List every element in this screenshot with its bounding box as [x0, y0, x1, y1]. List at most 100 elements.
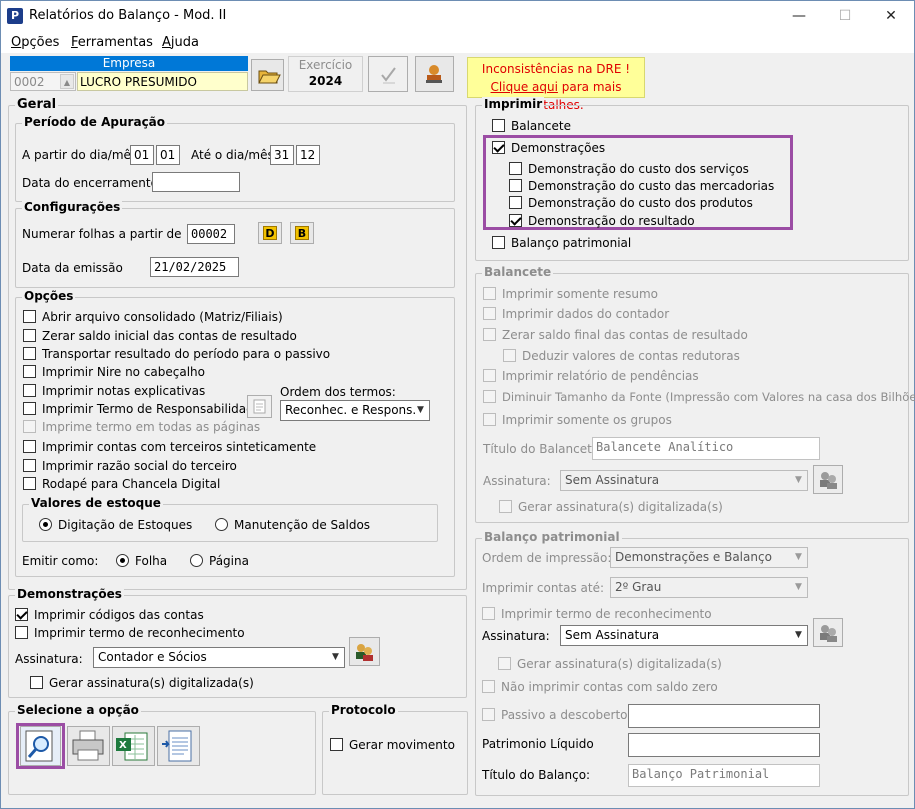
bp-passivo-field[interactable] [628, 704, 820, 728]
balancete-title: Balancete [482, 265, 554, 279]
bal-assinatura-select[interactable]: Sem Assinatura ▼ [560, 470, 808, 491]
ordem-termos-select[interactable]: Reconhec. e Respons. ▼ [280, 400, 430, 421]
bal-resumo-checkbox[interactable] [483, 287, 496, 300]
bal-pendencias-checkbox[interactable] [483, 369, 496, 382]
opt-razao-label: Imprimir razão social do terceiro [42, 459, 237, 473]
emitir-folha-radio[interactable] [116, 554, 129, 567]
closing-date-field[interactable] [152, 172, 240, 192]
bal-deduzir-checkbox[interactable] [503, 349, 516, 362]
bal-contador-checkbox[interactable] [483, 307, 496, 320]
emitir-pagina-radio[interactable] [190, 554, 203, 567]
bp-contas-select[interactable]: 2º Grau ▼ [610, 577, 808, 598]
emission-date-field[interactable]: 21/02/2025 [150, 257, 239, 277]
opt-notas-checkbox[interactable] [23, 384, 36, 397]
bal-deduzir-label: Deduzir valores de contas redutoras [522, 349, 740, 363]
protocolo-group: Protocolo [322, 703, 468, 795]
close-button[interactable]: ✕ [868, 1, 914, 31]
assinatura-select[interactable]: Contador e Sócios ▼ [93, 647, 345, 668]
chevron-down-icon: ▼ [417, 405, 424, 415]
custo-produtos-checkbox[interactable] [509, 196, 522, 209]
export-doc-button[interactable] [157, 726, 200, 766]
bal-titulo-field[interactable]: Balancete Analítico [592, 437, 820, 460]
custo-servicos-checkbox[interactable] [509, 162, 522, 175]
d-button[interactable]: D [258, 222, 282, 244]
opt-rodape-checkbox[interactable] [23, 477, 36, 490]
menu-opcoes[interactable]: Opções [11, 35, 59, 50]
exercicio-year[interactable]: 2024 [289, 74, 362, 88]
bp-pl-field[interactable] [628, 733, 820, 757]
emitir-folha-label: Folha [135, 554, 168, 568]
bp-ordem-select[interactable]: Demonstrações e Balanço ▼ [610, 547, 808, 568]
bp-assinatura-select[interactable]: Sem Assinatura ▼ [560, 625, 808, 646]
termo-edit-button[interactable] [247, 395, 272, 418]
demonstracao-resultado-checkbox[interactable] [509, 214, 522, 227]
bp-gerar-checkbox[interactable] [498, 657, 511, 670]
estoque-manutencao-radio[interactable] [215, 518, 228, 531]
opt-termo-todas-checkbox[interactable] [23, 420, 36, 433]
open-folder-button[interactable] [251, 59, 284, 91]
opt-consolidado-checkbox[interactable] [23, 310, 36, 323]
imprimir-balanco-checkbox[interactable] [492, 236, 505, 249]
bal-gerar-checkbox[interactable] [499, 500, 512, 513]
opt-rodape-label: Rodapé para Chancela Digital [42, 477, 221, 491]
bp-titulo-field[interactable]: Balanço Patrimonial [628, 764, 820, 787]
bp-saldo-zero-label: Não imprimir contas com saldo zero [501, 680, 718, 694]
menu-ferramentas[interactable]: Ferramentas [71, 35, 153, 50]
codigos-label: Imprimir códigos das contas [34, 608, 204, 622]
ordem-termos-label: Ordem dos termos: [280, 385, 396, 399]
from-month-field[interactable]: 01 [156, 145, 180, 165]
from-day-field[interactable]: 01 [130, 145, 154, 165]
bal-grupos-label: Imprimir somente os grupos [502, 413, 672, 427]
opt-zerar-checkbox[interactable] [23, 329, 36, 342]
bal-users-button[interactable] [813, 465, 843, 494]
opt-terceiros-checkbox[interactable] [23, 440, 36, 453]
opt-razao-checkbox[interactable] [23, 459, 36, 472]
empresa-code-field[interactable]: 0002 ▲ [10, 72, 76, 91]
termo-reconhecimento-checkbox[interactable] [15, 626, 28, 639]
minimize-button[interactable]: — [776, 1, 822, 31]
codigos-checkbox[interactable] [15, 608, 28, 621]
closing-label: Data do encerramento [22, 176, 158, 190]
bp-passivo-checkbox[interactable] [482, 708, 495, 721]
bal-grupos-checkbox[interactable] [483, 413, 496, 426]
b-button[interactable]: B [290, 222, 314, 244]
assinatura-users-button[interactable] [349, 637, 380, 666]
excel-button[interactable]: X [112, 726, 155, 766]
alert-link[interactable]: Clique aqui [491, 80, 558, 94]
preview-button[interactable] [20, 726, 61, 766]
bal-zerar-checkbox[interactable] [483, 328, 496, 341]
print-button[interactable] [67, 726, 110, 766]
gerar-assinatura-checkbox[interactable] [30, 676, 43, 689]
stamp-button[interactable] [415, 56, 454, 92]
spin-icon[interactable]: ▲ [60, 74, 74, 89]
bp-users-button[interactable] [813, 618, 843, 647]
custo-mercadorias-checkbox[interactable] [509, 179, 522, 192]
estoque-digitacao-radio[interactable] [39, 518, 52, 531]
opt-termo-resp-checkbox[interactable] [23, 402, 36, 415]
opt-consolidado-label: Abrir arquivo consolidado (Matriz/Filiai… [42, 310, 283, 324]
bp-saldo-zero-checkbox[interactable] [482, 680, 495, 693]
maximize-button[interactable]: ☐ [822, 1, 868, 31]
menu-ajuda[interactable]: Ajuda [162, 35, 199, 50]
protocolo-title: Protocolo [329, 703, 398, 717]
stamp-icon [426, 65, 442, 83]
imprimir-balancete-checkbox[interactable] [492, 119, 505, 132]
bp-pl-label: Patrimonio Líquido [482, 737, 594, 751]
bal-fonte-checkbox[interactable] [483, 390, 496, 403]
number-pages-field[interactable]: 00002 [187, 224, 235, 244]
opt-transportar-checkbox[interactable] [23, 347, 36, 360]
bp-termo-checkbox[interactable] [482, 607, 495, 620]
to-day-field[interactable]: 31 [270, 145, 294, 165]
selecione-title: Selecione a opção [15, 703, 141, 717]
to-month-field[interactable]: 12 [296, 145, 320, 165]
imprimir-balancete-label: Balancete [511, 119, 571, 133]
check-button[interactable] [368, 56, 408, 92]
imprimir-demonstracoes-checkbox[interactable] [492, 141, 505, 154]
geral-title: Geral [15, 97, 59, 112]
assinatura-label: Assinatura: [15, 652, 83, 666]
opt-nire-checkbox[interactable] [23, 365, 36, 378]
gerar-movimento-checkbox[interactable] [330, 738, 343, 751]
chevron-down-icon: ▼ [795, 475, 802, 485]
custo-produtos-label: Demonstração do custo dos produtos [528, 196, 753, 210]
imprimir-title: Imprimir [482, 97, 545, 111]
